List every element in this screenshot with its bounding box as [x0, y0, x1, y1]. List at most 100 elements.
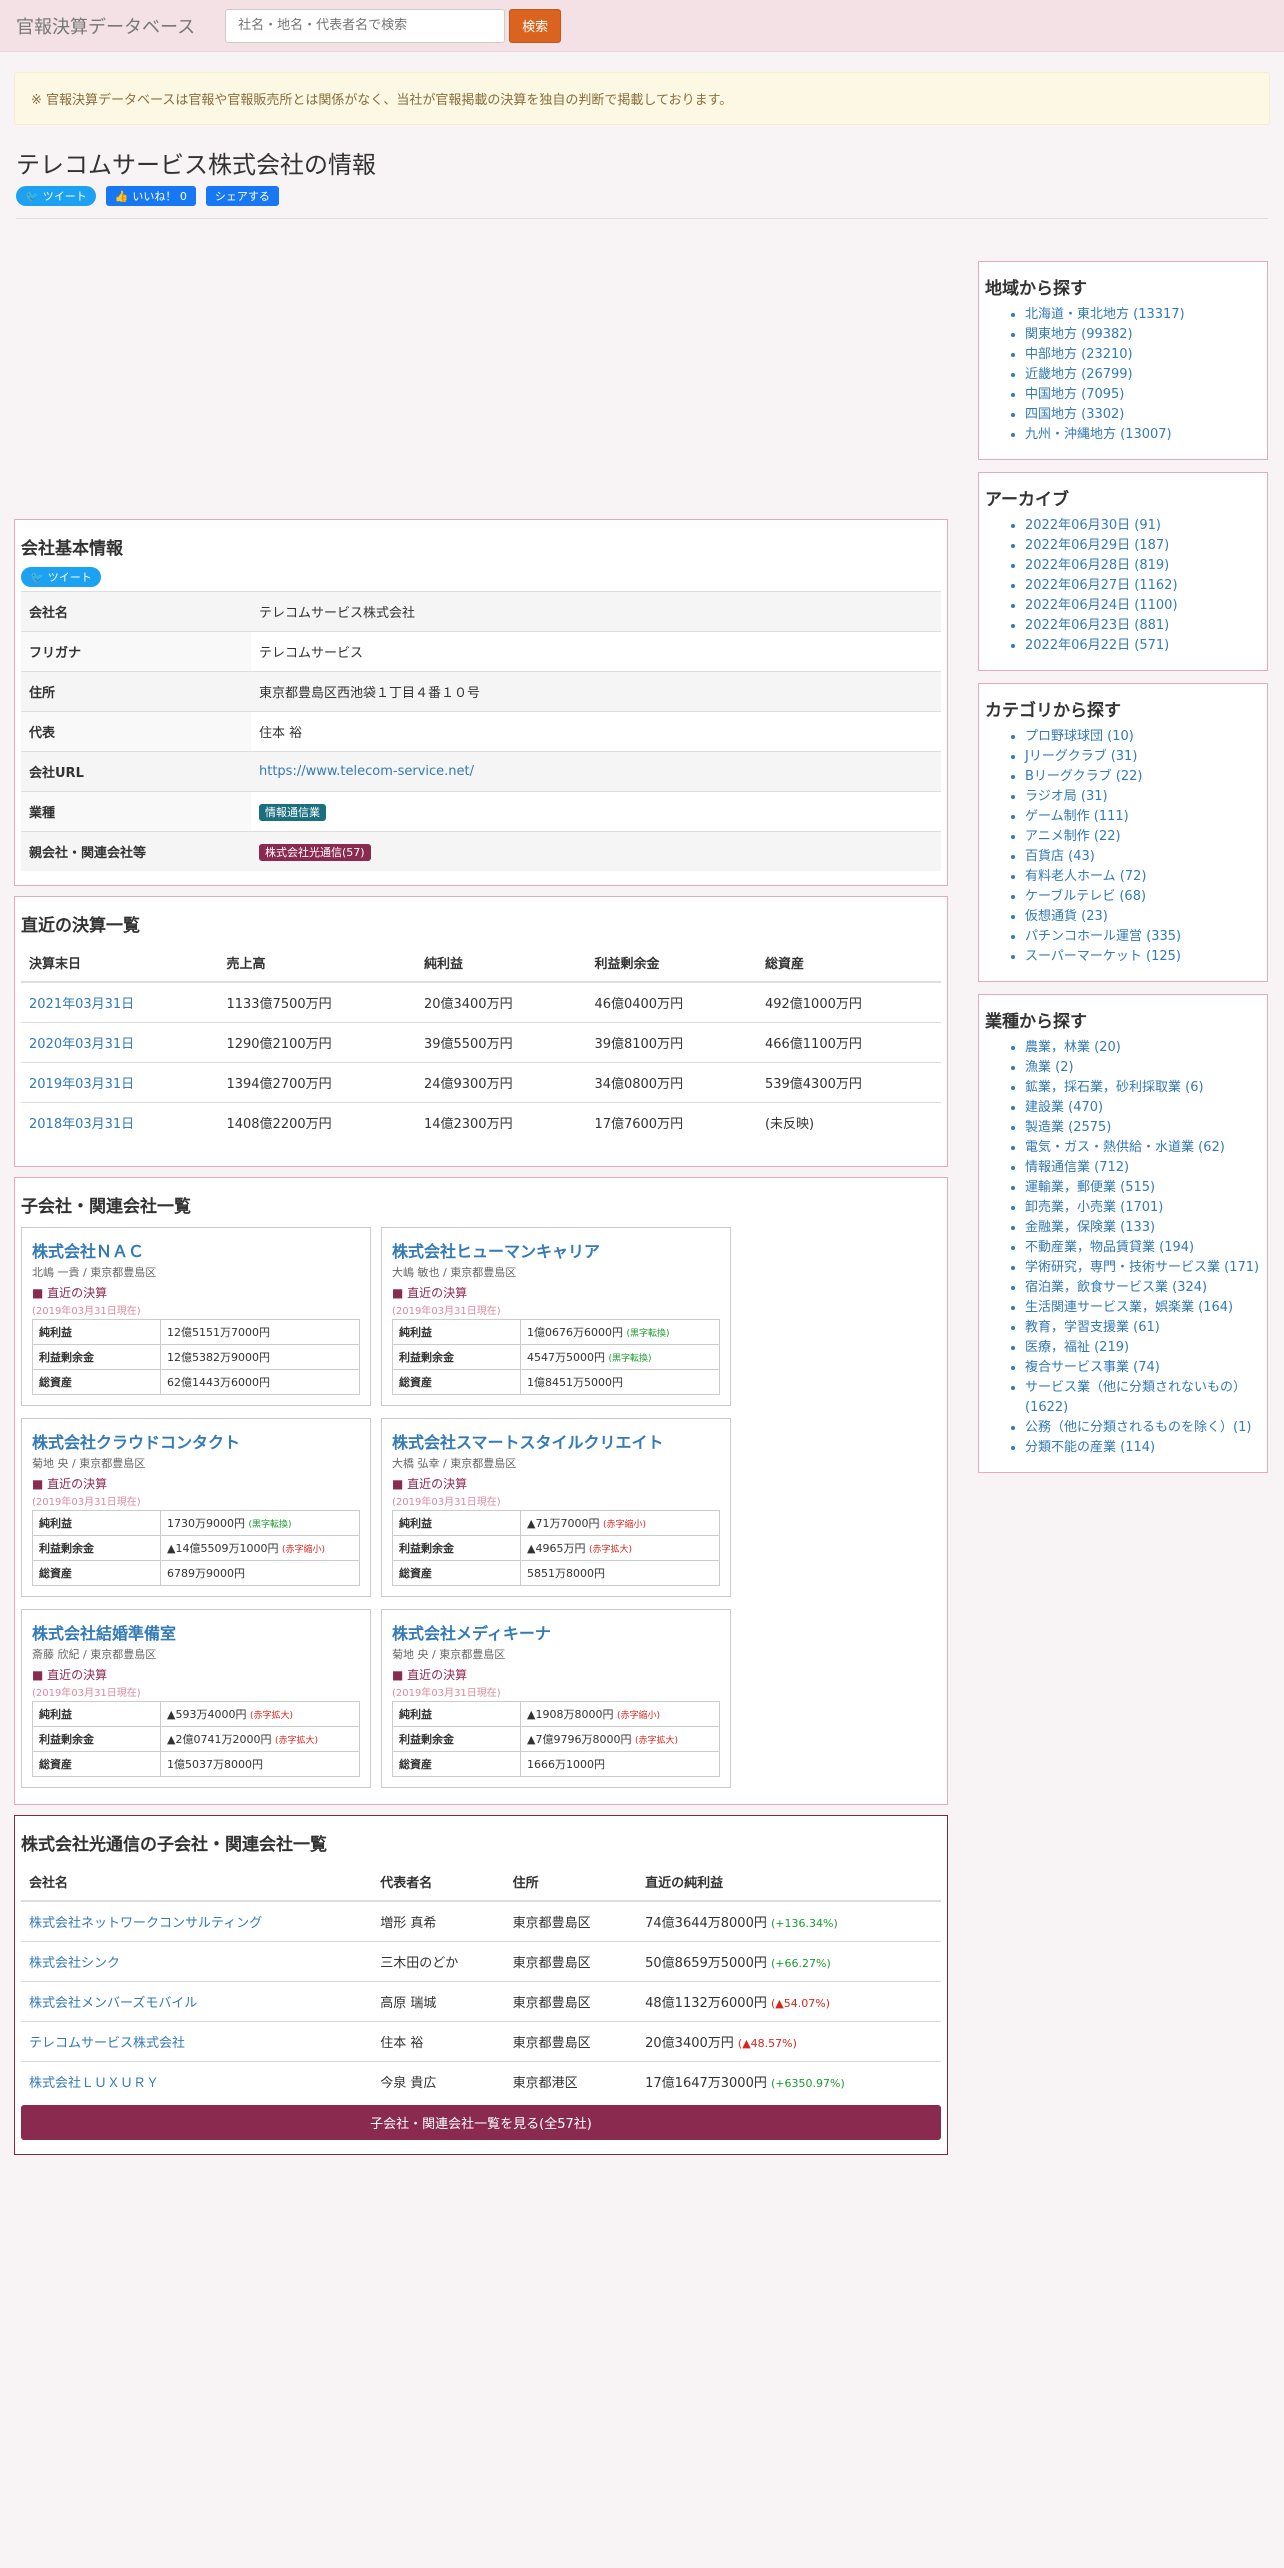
- region-list: 北海道・東北地方 (13317) 関東地方 (99382) 中部地方 (23210)…: [985, 305, 1261, 445]
- industry-link[interactable]: 金融業，保険業 (133): [1025, 1220, 1155, 1235]
- industry-link[interactable]: 情報通信業 (712): [1025, 1160, 1129, 1175]
- industry-link[interactable]: 漁業 (2): [1025, 1060, 1074, 1075]
- category-link[interactable]: 仮想通貨 (23): [1025, 909, 1108, 924]
- search-button[interactable]: 検索: [509, 8, 562, 43]
- region-link[interactable]: 九州・沖縄地方 (13007): [1025, 427, 1172, 442]
- table-cell: 539億4300万円: [756, 1062, 941, 1103]
- net-profit-value: ▲593万4000円: [167, 1708, 247, 1721]
- archive-link[interactable]: 2022年06月27日 (1162): [1025, 578, 1178, 593]
- list-item: 農業，林業 (20): [1025, 1038, 1261, 1058]
- industry-link[interactable]: 製造業 (2575): [1025, 1120, 1111, 1135]
- group-company-link[interactable]: テレコムサービス株式会社: [29, 2036, 185, 2051]
- industry-link[interactable]: 不動産業，物品賃貸業 (194): [1025, 1240, 1194, 1255]
- subsidiary-name-link[interactable]: 株式会社ヒューマンキャリア: [392, 1242, 600, 1261]
- industry-link[interactable]: 建設業 (470): [1025, 1100, 1103, 1115]
- region-link[interactable]: 中部地方 (23210): [1025, 347, 1133, 362]
- share-button[interactable]: シェアする: [205, 186, 279, 206]
- basic-tweet-button[interactable]: 🐦 ツイート: [21, 567, 101, 587]
- parent-company-badge[interactable]: 株式会社光通信(57): [259, 843, 371, 861]
- subsidiary-meta: 菊地 央 / 東京都豊島区: [392, 1648, 506, 1661]
- subsidiary-card: 株式会社ＮＡＣ 北嶋 一貴 / 東京都豊島区 ■ 直近の決算 (2019年03月…: [21, 1227, 371, 1406]
- tweet-button[interactable]: 🐦 ツイート: [16, 186, 96, 206]
- industry-link[interactable]: 教育，学習支援業 (61): [1025, 1320, 1160, 1335]
- archive-link[interactable]: 2022年06月29日 (187): [1025, 538, 1169, 553]
- list-item: 鉱業，採石業，砂利採取業 (6): [1025, 1078, 1261, 1098]
- region-link[interactable]: 北海道・東北地方 (13317): [1025, 307, 1185, 322]
- subsidiary-name-link[interactable]: 株式会社ＮＡＣ: [32, 1242, 144, 1261]
- category-link[interactable]: ケーブルテレビ (68): [1025, 889, 1146, 904]
- region-link[interactable]: 中国地方 (7095): [1025, 387, 1124, 402]
- result-date-link[interactable]: 2020年03月31日: [29, 1037, 134, 1052]
- row-key: 利益剰余金: [392, 1726, 521, 1752]
- category-heading: カテゴリから探す: [985, 701, 1121, 721]
- total-assets-value: 62億1443万6000円: [160, 1369, 360, 1395]
- category-link[interactable]: ラジオ局 (31): [1025, 789, 1108, 804]
- subsidiary-card: 株式会社ヒューマンキャリア 大嶋 敏也 / 東京都豊島区 ■ 直近の決算 (20…: [381, 1227, 731, 1406]
- category-link[interactable]: ゲーム制作 (111): [1025, 809, 1129, 824]
- profit-value: 50億8659万5000円: [645, 1956, 767, 1971]
- group-company-link[interactable]: 株式会社メンバーズモバイル: [29, 1996, 197, 2011]
- result-date-link[interactable]: 2021年03月31日: [29, 997, 134, 1012]
- total-assets-value: 5851万8000円: [520, 1560, 720, 1586]
- archive-link[interactable]: 2022年06月24日 (1100): [1025, 598, 1178, 613]
- results-date: (2019年03月31日現在): [392, 1306, 501, 1317]
- archive-link[interactable]: 2022年06月23日 (881): [1025, 618, 1169, 633]
- category-link[interactable]: Jリーグクラブ (31): [1025, 749, 1137, 764]
- category-list: プロ野球球団 (10) Jリーグクラブ (31) Bリーグクラブ (22) ラジオ局 …: [985, 727, 1261, 967]
- brand-logo[interactable]: 官報決算データベース: [16, 13, 195, 39]
- search-input[interactable]: [225, 8, 506, 43]
- group-company-link[interactable]: 株式会社シンク: [29, 1956, 120, 1971]
- industry-badge[interactable]: 情報通信業: [259, 803, 326, 821]
- table-cell: 東京都港区: [504, 2061, 638, 2101]
- archive-link[interactable]: 2022年06月30日 (91): [1025, 518, 1161, 533]
- industry-link[interactable]: 医療，福祉 (219): [1025, 1340, 1129, 1355]
- subsidiary-name-link[interactable]: 株式会社メディキーナ: [392, 1624, 551, 1643]
- archive-list: 2022年06月30日 (91) 2022年06月29日 (187) 2022年06…: [985, 516, 1261, 656]
- group-company-link[interactable]: 株式会社ネットワークコンサルティング: [29, 1916, 262, 1931]
- result-date-link[interactable]: 2018年03月31日: [29, 1117, 134, 1132]
- category-link[interactable]: Bリーグクラブ (22): [1025, 769, 1142, 784]
- industry-link[interactable]: 農業，林業 (20): [1025, 1040, 1121, 1055]
- subsidiary-name-link[interactable]: 株式会社結婚準備室: [32, 1624, 176, 1643]
- like-label: いいね！ 0: [132, 190, 187, 203]
- category-link[interactable]: アニメ制作 (22): [1025, 829, 1121, 844]
- category-link[interactable]: パチンコホール運営 (335): [1025, 929, 1181, 944]
- archive-link[interactable]: 2022年06月22日 (571): [1025, 638, 1169, 653]
- industry-link[interactable]: 学術研究，専門・技術サービス業 (171): [1025, 1260, 1259, 1275]
- region-link[interactable]: 関東地方 (99382): [1025, 327, 1133, 342]
- industry-link[interactable]: サービス業（他に分類されないもの）(1622): [1025, 1380, 1246, 1415]
- like-button[interactable]: 👍 いいね！ 0: [105, 186, 196, 206]
- industry-link[interactable]: 分類不能の産業 (114): [1025, 1440, 1155, 1455]
- industry-link[interactable]: 複合サービス事業 (74): [1025, 1360, 1160, 1375]
- net-profit-value: ▲71万7000円: [527, 1517, 600, 1530]
- subsidiary-name-link[interactable]: 株式会社クラウドコンタクト: [32, 1433, 240, 1452]
- region-link[interactable]: 四国地方 (3302): [1025, 407, 1124, 422]
- net-profit-value: 12億5151万7000円: [167, 1326, 270, 1339]
- industry-link[interactable]: 鉱業，採石業，砂利採取業 (6): [1025, 1080, 1204, 1095]
- col-header: 決算末日: [21, 944, 219, 983]
- industry-link[interactable]: 宿泊業，飲食サービス業 (324): [1025, 1280, 1207, 1295]
- subsidiary-name-link[interactable]: 株式会社スマートスタイルクリエイト: [392, 1433, 664, 1452]
- region-link[interactable]: 近畿地方 (26799): [1025, 367, 1133, 382]
- list-item: 製造業 (2575): [1025, 1118, 1261, 1138]
- more-subsidiaries-button[interactable]: 子会社・関連会社一覧を見る(全57社): [21, 2105, 941, 2140]
- group-company-link[interactable]: 株式会社ＬＵＸＵＲＹ: [29, 2076, 159, 2091]
- row-key: 会社URL: [21, 751, 251, 792]
- category-link[interactable]: 百貨店 (43): [1025, 849, 1095, 864]
- table-cell: (未反映): [756, 1102, 941, 1142]
- category-link[interactable]: 有料老人ホーム (72): [1025, 869, 1146, 884]
- result-date-link[interactable]: 2019年03月31日: [29, 1077, 134, 1092]
- row-key: 会社名: [21, 591, 251, 632]
- category-link[interactable]: スーパーマーケット (125): [1025, 949, 1181, 964]
- industry-link[interactable]: 生活関連サービス業，娯楽業 (164): [1025, 1300, 1233, 1315]
- industry-link[interactable]: 卸売業，小売業 (1701): [1025, 1200, 1163, 1215]
- row-key: 業種: [21, 791, 251, 832]
- category-link[interactable]: プロ野球球団 (10): [1025, 729, 1134, 744]
- industry-link[interactable]: 電気・ガス・熱供給・水道業 (62): [1025, 1140, 1225, 1155]
- group-table: 会社名 代表者名 住所 直近の純利益 株式会社ネットワークコンサルティング 増形 真希…: [21, 1863, 941, 2101]
- archive-link[interactable]: 2022年06月28日 (819): [1025, 558, 1169, 573]
- thumbs-up-icon: 👍: [114, 189, 129, 203]
- industry-link[interactable]: 運輸業，郵便業 (515): [1025, 1180, 1155, 1195]
- industry-link[interactable]: 公務（他に分類されるものを除く）(1): [1025, 1420, 1251, 1435]
- company-url-link[interactable]: https://www.telecom-service.net/: [259, 764, 474, 779]
